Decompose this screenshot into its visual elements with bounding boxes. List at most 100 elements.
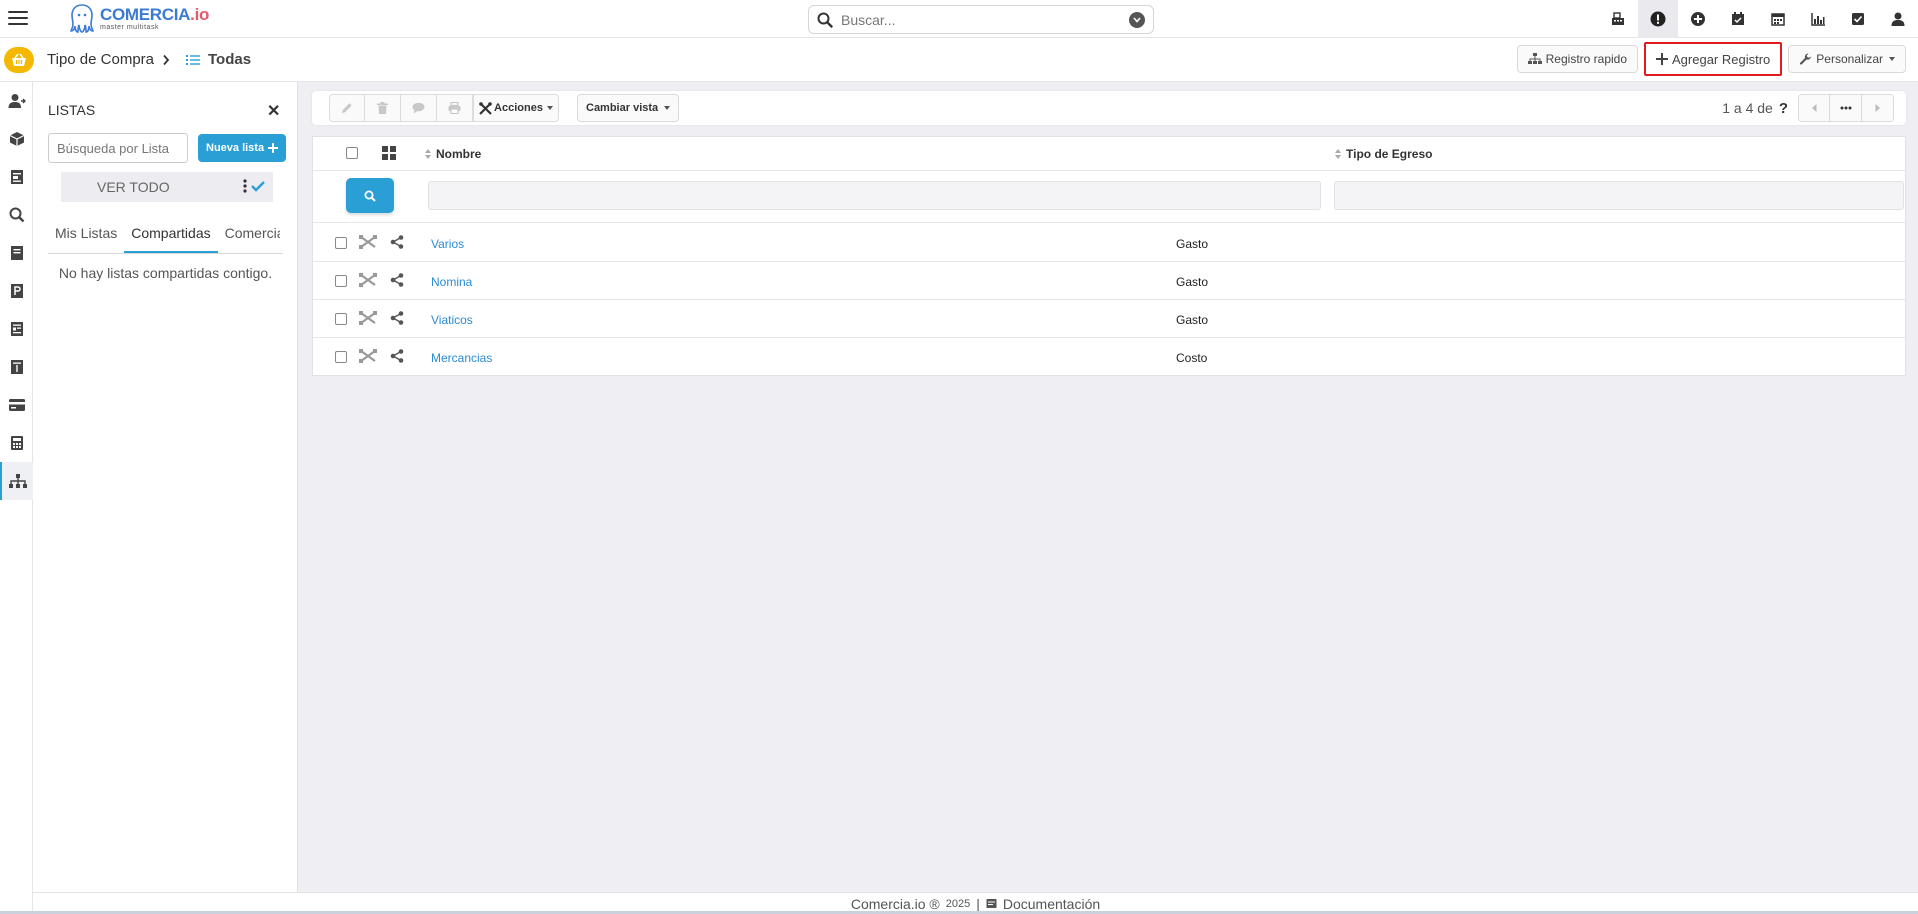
- actions-dropdown[interactable]: Acciones: [473, 94, 559, 122]
- box-icon: [9, 132, 24, 146]
- personalizar-button[interactable]: Personalizar: [1788, 45, 1906, 73]
- row-tipo-egreso: Gasto: [1176, 313, 1209, 327]
- tools-icon[interactable]: [359, 311, 377, 325]
- grid-icon[interactable]: [382, 146, 396, 160]
- rail-invoices[interactable]: [0, 158, 33, 196]
- documentation-link[interactable]: Documentación: [1003, 896, 1100, 912]
- pagination: 1 a 4 de ?: [1722, 94, 1894, 122]
- tab-comercia[interactable]: Comercia: [218, 220, 280, 253]
- row-nombre-link[interactable]: Varios: [431, 237, 464, 251]
- column-label-nombre: Nombre: [436, 147, 482, 161]
- share-icon[interactable]: [390, 349, 404, 363]
- filter-tipo-egreso-input[interactable]: [1334, 181, 1904, 210]
- delete-button[interactable]: [365, 94, 401, 122]
- previous-page-button[interactable]: [1798, 94, 1830, 122]
- change-view-dropdown[interactable]: Cambiar vista: [577, 94, 680, 122]
- plus-icon: [1656, 53, 1669, 65]
- add-circle-icon[interactable]: [1678, 0, 1718, 38]
- filter-search-button[interactable]: [346, 178, 394, 213]
- credit-card-icon: [8, 399, 25, 411]
- chevron-right-icon: [163, 54, 170, 65]
- records-table: Nombre Tipo de Egreso Varios Gasto Nomin…: [312, 136, 1906, 376]
- lists-tabs: Mis Listas Compartidas Comercia: [48, 220, 283, 254]
- caret-down-icon: [664, 106, 671, 110]
- table-header: Nombre Tipo de Egreso: [313, 137, 1905, 171]
- basket-icon[interactable]: [4, 47, 34, 73]
- search-icon: [817, 12, 833, 28]
- share-icon[interactable]: [390, 235, 404, 249]
- row-checkbox[interactable]: [335, 351, 347, 363]
- row-tipo-egreso: Costo: [1176, 351, 1208, 365]
- agregar-registro-label: Agregar Registro: [1672, 51, 1771, 67]
- book-icon: [10, 246, 23, 260]
- edit-button[interactable]: [329, 94, 365, 122]
- table-row: Varios Gasto: [313, 224, 1905, 262]
- rail-purchases[interactable]: [0, 272, 33, 310]
- registro-rapido-button[interactable]: Registro rapido: [1516, 45, 1639, 73]
- new-list-button[interactable]: Nueva lista: [198, 134, 287, 162]
- rail-reports[interactable]: [0, 310, 33, 348]
- rail-clients[interactable]: [0, 82, 33, 120]
- change-view-label: Cambiar vista: [586, 102, 659, 114]
- filter-nombre-input[interactable]: [428, 181, 1321, 210]
- row-checkbox[interactable]: [335, 237, 347, 249]
- calendar-check-icon[interactable]: [1718, 0, 1758, 38]
- pager-total-unknown[interactable]: ?: [1779, 100, 1788, 117]
- row-checkbox[interactable]: [335, 313, 347, 325]
- select-all-checkbox[interactable]: [346, 147, 358, 159]
- row-nombre-link[interactable]: Nomina: [431, 275, 472, 289]
- column-header-nombre[interactable]: Nombre: [425, 147, 481, 161]
- plus-icon: [268, 143, 279, 153]
- caret-down-icon: [546, 106, 553, 110]
- sitemap-icon: [1527, 53, 1542, 64]
- registro-rapido-label: Registro rapido: [1545, 52, 1628, 66]
- view-all-list[interactable]: VER TODO: [61, 172, 273, 202]
- tools-icon: [479, 101, 492, 115]
- tab-compartidas[interactable]: Compartidas: [124, 220, 218, 253]
- rail-book[interactable]: [0, 234, 33, 272]
- close-icon[interactable]: ✕: [267, 101, 280, 121]
- pager-range: 1 a 4 de: [1722, 100, 1773, 116]
- next-page-button[interactable]: [1862, 94, 1894, 122]
- rail-products[interactable]: [0, 120, 33, 158]
- chart-icon[interactable]: [1798, 0, 1838, 38]
- alert-icon[interactable]: [1638, 0, 1678, 38]
- tab-mis-listas[interactable]: Mis Listas: [48, 220, 124, 253]
- module-rail: [0, 82, 33, 914]
- row-nombre-link[interactable]: Mercancias: [431, 351, 492, 365]
- rail-ledger[interactable]: [0, 348, 33, 386]
- rail-calculator[interactable]: [0, 424, 33, 462]
- rail-catalogs[interactable]: [0, 462, 33, 500]
- task-check-icon[interactable]: [1838, 0, 1878, 38]
- menu-icon[interactable]: [8, 8, 28, 28]
- rail-payments[interactable]: [0, 386, 33, 424]
- records-toolbar: Acciones Cambiar vista 1 a 4 de ?: [312, 91, 1906, 125]
- breadcrumb-section[interactable]: Tipo de Compra: [47, 51, 154, 68]
- more-pages-button[interactable]: [1830, 94, 1862, 122]
- user-icon[interactable]: [1878, 0, 1918, 38]
- row-tipo-egreso: Gasto: [1176, 275, 1209, 289]
- vertical-dots-icon[interactable]: [243, 179, 247, 193]
- share-icon[interactable]: [390, 273, 404, 287]
- print-button[interactable]: [437, 94, 473, 122]
- tools-icon[interactable]: [359, 349, 377, 363]
- lists-search-input[interactable]: [48, 133, 188, 163]
- share-icon[interactable]: [390, 311, 404, 325]
- comment-button[interactable]: [401, 94, 437, 122]
- logo-tagline: master multitask: [100, 23, 159, 31]
- row-nombre-link[interactable]: Viaticos: [431, 313, 473, 327]
- column-header-tipo-egreso[interactable]: Tipo de Egreso: [1335, 147, 1432, 161]
- ledger-icon: [10, 360, 23, 374]
- register-icon[interactable]: [1598, 0, 1638, 38]
- calendar-icon[interactable]: [1758, 0, 1798, 38]
- tools-icon[interactable]: [359, 235, 377, 249]
- tools-icon[interactable]: [359, 273, 377, 287]
- octopus-logo-icon: [70, 4, 94, 33]
- rail-search[interactable]: [0, 196, 33, 234]
- row-checkbox[interactable]: [335, 275, 347, 287]
- header-actions: Registro rapido Agregar Registro Persona…: [1516, 42, 1906, 76]
- agregar-registro-button[interactable]: Agregar Registro: [1644, 42, 1783, 76]
- global-search-input[interactable]: [841, 11, 1129, 28]
- logo[interactable]: COMERCIA.io master multitask: [68, 2, 209, 34]
- chevron-down-icon[interactable]: [1129, 11, 1145, 28]
